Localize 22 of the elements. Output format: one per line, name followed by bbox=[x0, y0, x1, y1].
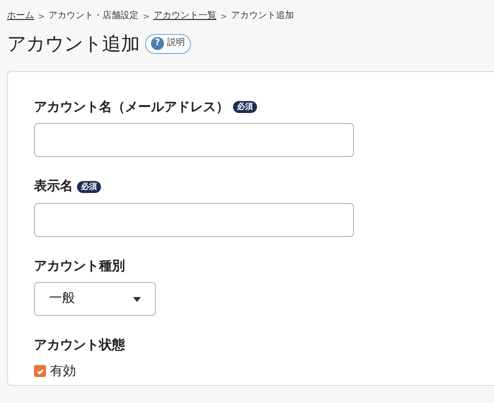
caret-icon bbox=[133, 296, 141, 302]
field-label: アカウント種別 bbox=[34, 258, 125, 276]
breadcrumb-separator: > bbox=[220, 10, 228, 23]
breadcrumb-link[interactable]: アカウント一覧 bbox=[153, 10, 216, 24]
breadcrumb-item: アカウント追加 bbox=[231, 10, 294, 23]
help-icon: ? bbox=[151, 37, 164, 50]
required-badge: 必須 bbox=[77, 180, 101, 193]
breadcrumb-item: アカウント・店舗設定 bbox=[48, 10, 139, 23]
field-label: 表示名 bbox=[34, 178, 73, 196]
text-field[interactable] bbox=[34, 202, 354, 236]
breadcrumb-separator: > bbox=[142, 10, 150, 23]
breadcrumb-separator: > bbox=[38, 10, 45, 23]
page-title: アカウント追加 bbox=[7, 32, 140, 56]
checkbox[interactable] bbox=[34, 365, 46, 378]
text-field[interactable] bbox=[34, 123, 354, 157]
checkbox-label: 有効 bbox=[50, 362, 76, 380]
field-label: アカウント状態 bbox=[34, 336, 125, 355]
required-badge: 必須 bbox=[233, 101, 257, 114]
type-select[interactable]: 一般 bbox=[34, 282, 156, 316]
help-button[interactable]: ? 説明 bbox=[145, 34, 191, 54]
field-label: アカウント名（メールアドレス） bbox=[34, 98, 229, 116]
breadcrumb-link[interactable]: ホーム bbox=[7, 10, 34, 24]
